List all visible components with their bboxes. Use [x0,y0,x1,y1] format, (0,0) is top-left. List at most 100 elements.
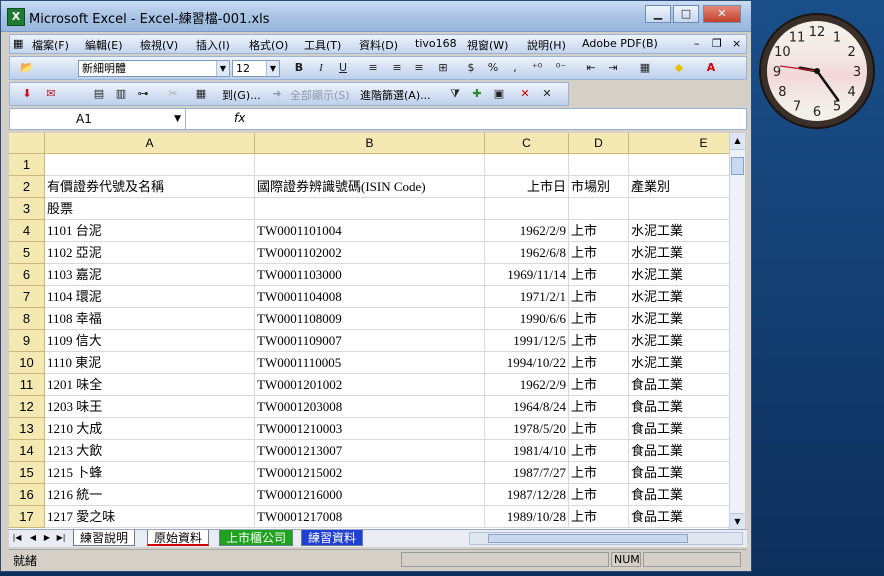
cell-d[interactable]: 上市 [569,374,629,396]
row-header[interactable]: 17 [9,506,45,528]
cell-e[interactable]: 食品工業 [629,440,729,462]
chevron-down-icon[interactable]: ▼ [266,61,279,76]
cell-b[interactable] [255,198,485,220]
cut-icon[interactable]: ✂ [164,86,182,102]
cell-c[interactable]: 1981/4/10 [485,440,569,462]
cell-b[interactable]: TW0001210003 [255,418,485,440]
open-folder-icon[interactable]: 📂 [18,60,36,76]
cell-e[interactable]: 食品工業 [629,506,729,528]
row-header[interactable]: 15 [9,462,45,484]
cell-e[interactable]: 食品工業 [629,462,729,484]
cell-c[interactable]: 1987/12/28 [485,484,569,506]
first-sheet-icon[interactable]: |◀ [11,531,23,545]
doc-minimize-icon[interactable]: – [694,37,700,50]
row-header[interactable]: 9 [9,330,45,352]
maximize-button[interactable]: □ [673,5,699,23]
cell-e[interactable]: 產業別 [629,176,729,198]
fx-icon[interactable]: fx [234,111,245,125]
row-header[interactable]: 14 [9,440,45,462]
cell-e[interactable]: 水泥工業 [629,308,729,330]
menu-help[interactable]: 說明(H) [527,37,566,53]
cell-d[interactable]: 上市 [569,286,629,308]
cell-b[interactable]: TW0001103000 [255,264,485,286]
cell-c[interactable]: 1969/11/14 [485,264,569,286]
menu-adobe-pdf[interactable]: Adobe PDF(B) [582,37,658,50]
minimize-button[interactable]: ▁ [645,5,671,23]
underline-button[interactable]: U [334,60,352,76]
table-edit-icon[interactable]: ▣ [490,86,508,102]
cell-d[interactable]: 上市 [569,308,629,330]
prev-sheet-icon[interactable]: ◀ [27,531,39,545]
cell-b[interactable]: TW0001104008 [255,286,485,308]
cell-b[interactable] [255,154,485,176]
column-header-e[interactable]: E [629,133,729,154]
increase-indent-icon[interactable]: ⇥ [604,60,622,76]
next-sheet-icon[interactable]: ▶ [41,531,53,545]
merge-center-icon[interactable]: ⊞ [434,60,452,76]
cell-e[interactable]: 食品工業 [629,484,729,506]
menu-view[interactable]: 檢視(V) [140,37,178,53]
cell-a[interactable]: 1108 幸福 [45,308,255,330]
column-header-b[interactable]: B [255,133,485,154]
menu-tivo168[interactable]: tivo168 [415,37,457,50]
cell-b[interactable]: TW0001213007 [255,440,485,462]
menu-window[interactable]: 視窗(W) [467,37,508,53]
name-box[interactable]: A1 ▼ [10,109,186,129]
cell-d[interactable]: 上市 [569,352,629,374]
row-header[interactable]: 10 [9,352,45,374]
percent-button[interactable]: % [484,60,502,76]
chevron-down-icon[interactable]: ▼ [216,61,229,76]
cell-c[interactable]: 1962/6/8 [485,242,569,264]
horizontal-scroll-thumb[interactable] [488,534,688,543]
goto-button[interactable]: 到(G)... [222,87,261,103]
cell-c[interactable]: 1989/10/28 [485,506,569,528]
cell-c[interactable] [485,198,569,220]
cell-a[interactable]: 1103 嘉泥 [45,264,255,286]
align-left-icon[interactable]: ≡ [364,60,382,76]
row-header[interactable]: 6 [9,264,45,286]
menu-file[interactable]: 檔案(F) [32,37,69,53]
cell-a[interactable]: 1213 大飲 [45,440,255,462]
menu-insert[interactable]: 插入(I) [196,37,230,53]
column-header-c[interactable]: C [485,133,569,154]
cell-c[interactable]: 1964/8/24 [485,396,569,418]
cell-a[interactable]: 1217 愛之味 [45,506,255,528]
cell-a[interactable]: 1110 東泥 [45,352,255,374]
decrease-indent-icon[interactable]: ⇤ [582,60,600,76]
cell-e[interactable]: 水泥工業 [629,286,729,308]
menu-edit[interactable]: 編輯(E) [85,37,123,53]
doc-restore-icon[interactable]: ❐ [712,37,722,50]
cell-c[interactable]: 1987/7/27 [485,462,569,484]
horizontal-scrollbar[interactable] [469,532,743,545]
cell-a[interactable]: 1102 亞泥 [45,242,255,264]
increase-decimal-icon[interactable]: ⁺⁰ [528,60,546,76]
select-all-corner[interactable] [9,133,45,154]
currency-button[interactable]: $ [462,60,480,76]
cell-c[interactable]: 1962/2/9 [485,374,569,396]
cell-b[interactable]: TW0001203008 [255,396,485,418]
cell-c[interactable]: 1991/12/5 [485,330,569,352]
cell-d[interactable]: 上市 [569,418,629,440]
form-icon[interactable]: ▤ [90,86,108,102]
cell-b[interactable]: TW0001201002 [255,374,485,396]
menu-data[interactable]: 資料(D) [359,37,398,53]
cell-c[interactable] [485,154,569,176]
table-icon[interactable]: ▥ [112,86,130,102]
sheet-tab-practice-data[interactable]: 練習資料 [301,530,364,546]
cell-c[interactable]: 上市日 [485,176,569,198]
cell-d[interactable]: 市場別 [569,176,629,198]
cell-a[interactable]: 股票 [45,198,255,220]
cell-b[interactable]: TW0001215002 [255,462,485,484]
row-header[interactable]: 8 [9,308,45,330]
row-header[interactable]: 4 [9,220,45,242]
cell-e[interactable] [629,154,729,176]
cell-e[interactable]: 水泥工業 [629,330,729,352]
menu-format[interactable]: 格式(O) [249,37,288,53]
clock-gadget[interactable]: 12 12 3 45678 9 1011 [758,12,876,130]
doc-close-icon[interactable]: × [732,37,741,50]
cell-d[interactable]: 上市 [569,396,629,418]
cell-c[interactable]: 1978/5/20 [485,418,569,440]
bold-button[interactable]: B [290,60,308,76]
cell-b[interactable]: TW0001109007 [255,330,485,352]
row-header[interactable]: 12 [9,396,45,418]
